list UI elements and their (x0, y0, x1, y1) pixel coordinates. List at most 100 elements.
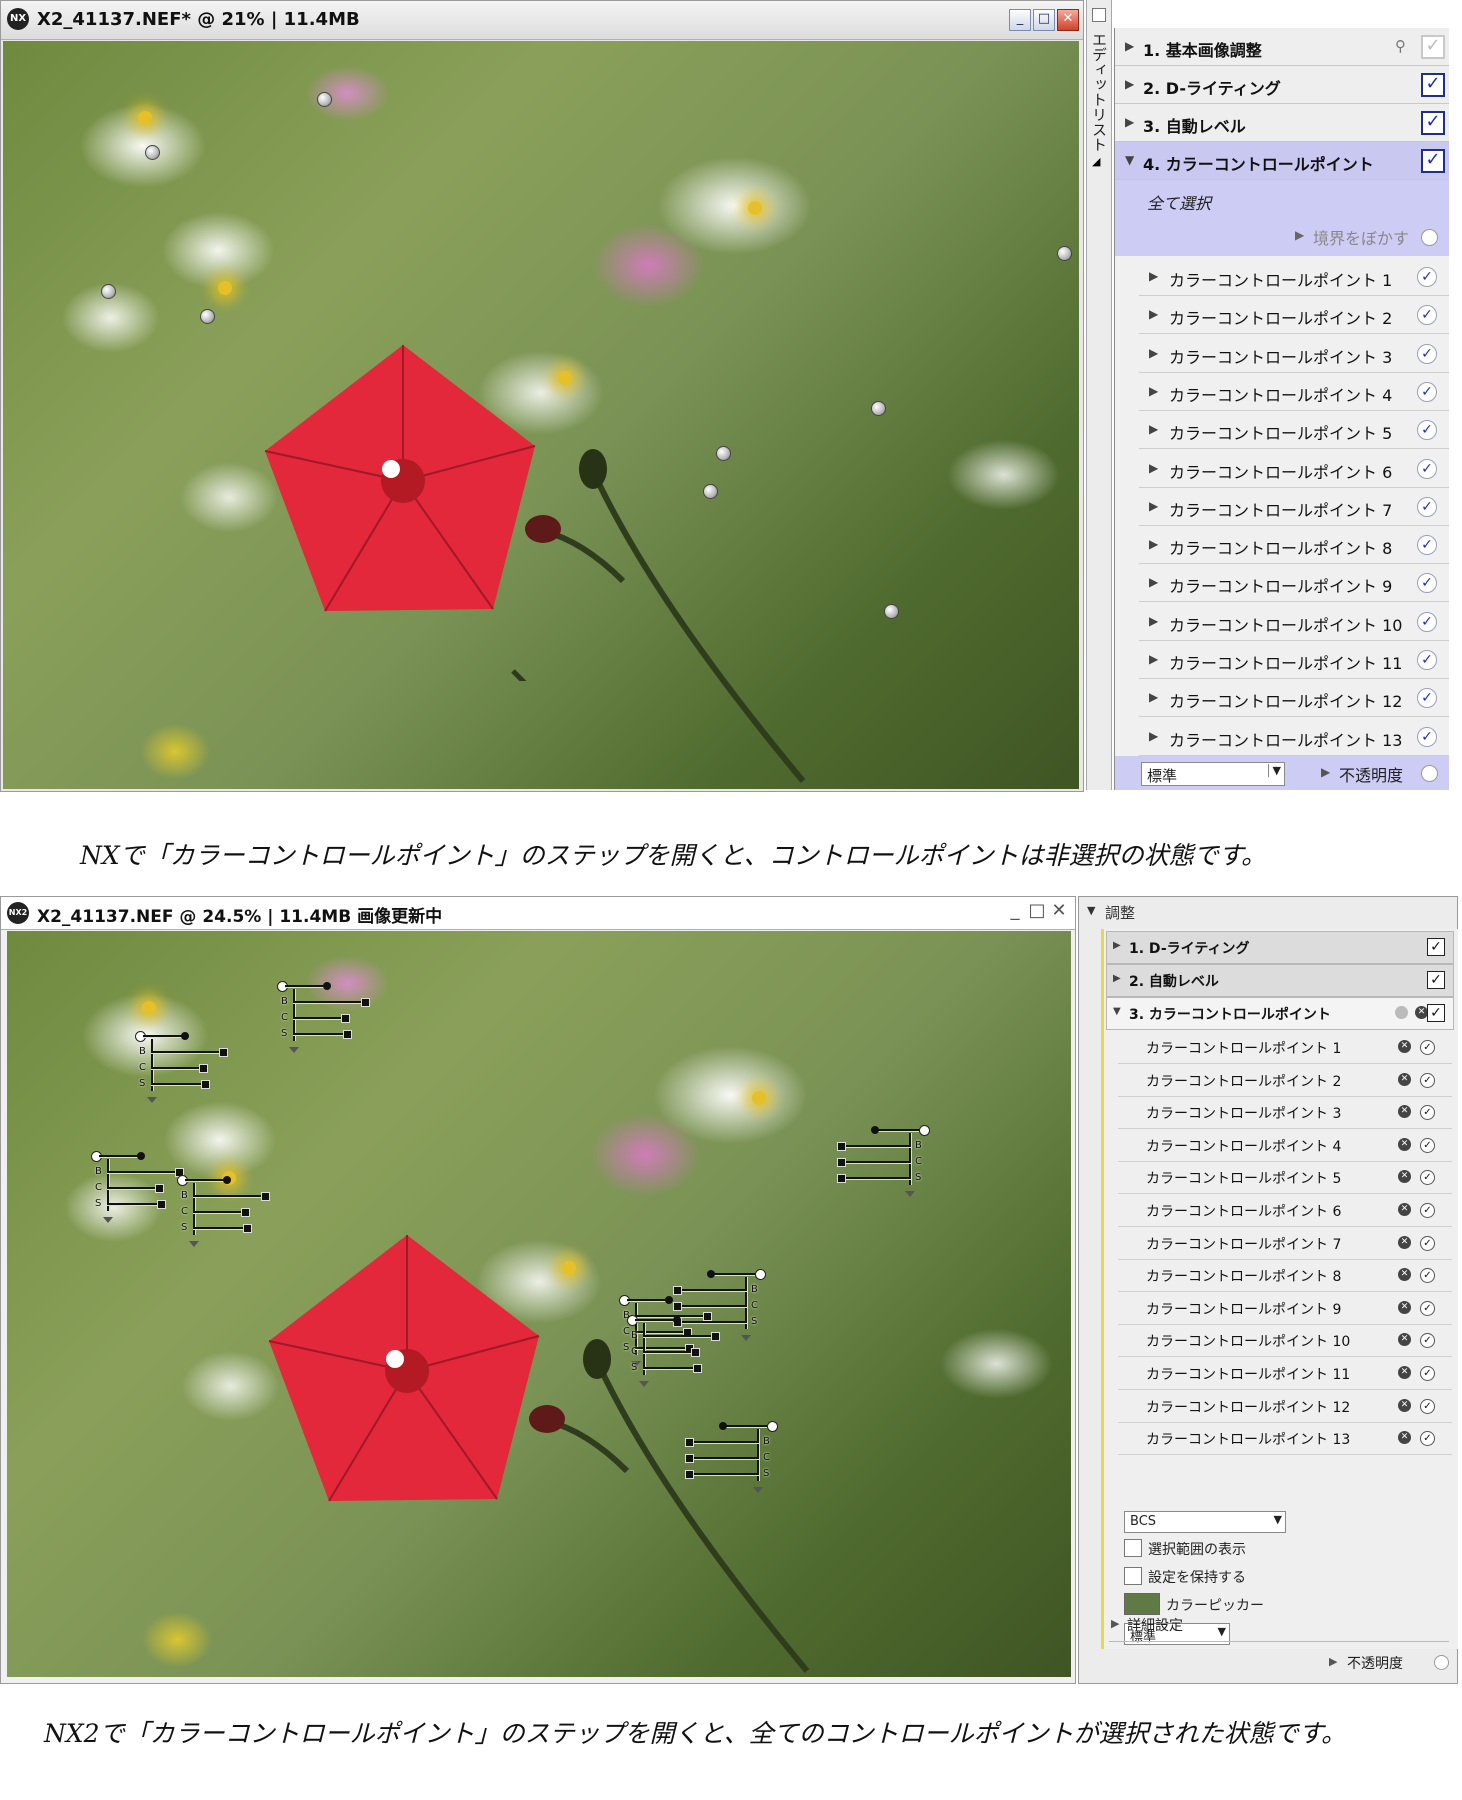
bcs-slider-handle[interactable] (243, 1224, 252, 1233)
mode-select[interactable]: BCS ▼ (1124, 1511, 1286, 1533)
bcs-slider[interactable] (643, 1335, 713, 1337)
control-point-row[interactable]: カラーコントロールポイント 6 ✕ ✓ (1118, 1194, 1452, 1227)
control-point-row[interactable]: ▶ カラーコントロールポイント 9 ✓ (1139, 564, 1449, 603)
bcs-slider[interactable] (689, 1441, 759, 1443)
control-point-row[interactable]: カラーコントロールポイント 7 ✕ ✓ (1118, 1227, 1452, 1260)
control-point-enable-check[interactable]: ✓ (1420, 1235, 1435, 1251)
control-point-enable-check[interactable]: ✓ (1420, 1431, 1435, 1447)
bcs-slider-handle[interactable] (693, 1364, 702, 1373)
expand-arrow-icon[interactable]: ▶ (1125, 115, 1134, 129)
advanced-arrow-icon[interactable]: ▶ (1111, 1617, 1119, 1630)
remove-control-point-icon[interactable]: ✕ (1398, 1040, 1411, 1053)
remove-control-point-icon[interactable]: ✕ (1398, 1105, 1411, 1119)
step-enable-checkbox[interactable]: ✓ (1427, 938, 1445, 956)
maximize-icon[interactable]: □ (1033, 9, 1055, 31)
size-slider-handle[interactable] (673, 1316, 681, 1324)
opacity-radio[interactable] (1421, 765, 1438, 782)
control-point-enable-check[interactable]: ✓ (1417, 381, 1437, 402)
size-slider-handle[interactable] (223, 1176, 231, 1184)
control-point[interactable] (871, 401, 886, 416)
remove-control-point-icon[interactable]: ✕ (1398, 1333, 1411, 1347)
bcs-slider[interactable] (193, 1211, 243, 1213)
size-slider[interactable] (99, 1155, 139, 1157)
maximize-icon[interactable]: □ (1027, 901, 1047, 921)
nx1-photo[interactable] (3, 41, 1079, 789)
bcs-slider-handle[interactable] (341, 1014, 350, 1023)
control-point-row[interactable]: カラーコントロールポイント 10 ✕ ✓ (1118, 1324, 1452, 1358)
step-color-control-point[interactable]: ▼ 4. カラーコントロールポイント ✓ (1115, 142, 1449, 180)
remove-control-point-icon[interactable]: ✕ (1398, 1398, 1411, 1412)
control-point-row[interactable]: ▶ カラーコントロールポイント 8 ✓ (1139, 526, 1449, 565)
size-slider-handle[interactable] (871, 1126, 879, 1134)
control-point-hub[interactable] (755, 1269, 766, 1280)
control-point-hub[interactable] (919, 1125, 930, 1136)
control-point-widget[interactable]: BCS (135, 1031, 245, 1111)
remove-control-point-icon[interactable]: ✕ (1398, 1431, 1411, 1445)
size-slider[interactable] (627, 1299, 667, 1301)
bcs-slider-handle[interactable] (199, 1064, 208, 1073)
color-picker-swatch[interactable] (1124, 1593, 1160, 1615)
close-icon[interactable]: ✕ (1049, 901, 1069, 921)
control-point-row[interactable]: カラーコントロールポイント 2 ✕ ✓ (1118, 1064, 1452, 1097)
feather-arrow-icon[interactable]: ▶ (1295, 228, 1304, 242)
step-auto-levels[interactable]: ▶ 3. 自動レベル ✓ (1115, 104, 1449, 142)
expand-arrow-icon[interactable]: ▶ (1149, 422, 1158, 436)
bcs-slider[interactable] (151, 1051, 221, 1053)
control-point-enable-check[interactable]: ✓ (1420, 1072, 1435, 1088)
bcs-slider-handle[interactable] (691, 1348, 700, 1357)
bcs-slider-handle[interactable] (673, 1286, 682, 1295)
bcs-slider[interactable] (293, 1017, 343, 1019)
step-enable-checkbox[interactable]: ✓ (1427, 1004, 1445, 1022)
control-point-hub[interactable] (767, 1421, 778, 1432)
bcs-slider-handle[interactable] (837, 1142, 846, 1151)
bcs-slider-handle[interactable] (155, 1184, 164, 1193)
select-all-link[interactable]: 全て選択 (1147, 190, 1211, 214)
control-point-enable-check[interactable]: ✓ (1420, 1268, 1435, 1284)
control-point-enable-check[interactable]: ✓ (1420, 1366, 1435, 1381)
size-slider-handle[interactable] (707, 1270, 715, 1278)
bcs-slider[interactable] (151, 1083, 203, 1085)
expand-triangle-icon[interactable] (103, 1217, 113, 1223)
control-point-enable-check[interactable]: ✓ (1417, 535, 1437, 556)
bcs-slider[interactable] (193, 1195, 263, 1197)
bcs-slider-handle[interactable] (219, 1048, 228, 1057)
nx1-edit-list-strip[interactable]: エディットリスト ◢ (1086, 0, 1112, 790)
bcs-slider[interactable] (293, 1001, 363, 1003)
size-slider[interactable] (635, 1319, 675, 1321)
bcs-slider[interactable] (841, 1161, 911, 1163)
control-point-enable-check[interactable]: ✓ (1420, 1170, 1435, 1186)
step-basic-adjust[interactable]: ▶ 1. 基本画像調整 ⚲ ✓ (1115, 28, 1449, 66)
step-auto-levels[interactable]: ▶ 2. 自動レベル ✓ (1106, 964, 1454, 997)
step-enable-checkbox[interactable]: ✓ (1427, 971, 1445, 989)
remove-control-point-icon[interactable]: ✕ (1398, 1137, 1411, 1151)
nx2-photo[interactable]: BCSBCSBCSBCSBCSBCSBCSBCSBCS (7, 931, 1071, 1677)
size-slider[interactable] (877, 1129, 919, 1131)
step-d-lighting[interactable]: ▶ 2. D-ライティング ✓ (1115, 66, 1449, 104)
control-point-row[interactable]: ▶ カラーコントロールポイント 5 ✓ (1139, 411, 1449, 450)
control-point-row[interactable]: カラーコントロールポイント 9 ✕ ✓ (1118, 1292, 1452, 1325)
bcs-slider-handle[interactable] (837, 1158, 846, 1167)
control-point[interactable] (200, 309, 215, 324)
feather-radio[interactable] (1421, 229, 1438, 246)
expand-triangle-icon[interactable] (905, 1191, 915, 1197)
opacity-arrow-icon[interactable]: ▶ (1321, 765, 1330, 779)
control-point-row[interactable]: カラーコントロールポイント 13 ✕ ✓ (1118, 1422, 1452, 1456)
size-slider[interactable] (725, 1425, 767, 1427)
bcs-slider-handle[interactable] (343, 1030, 352, 1039)
size-slider-handle[interactable] (181, 1032, 189, 1040)
expand-arrow-icon[interactable]: ▶ (1149, 269, 1158, 283)
control-point-enable-check[interactable]: ✓ (1420, 1137, 1435, 1153)
control-point-row[interactable]: ▶ カラーコントロールポイント 6 ✓ (1139, 449, 1449, 488)
bcs-slider[interactable] (689, 1473, 759, 1475)
expand-triangle-icon[interactable] (289, 1047, 299, 1053)
expand-arrow-icon[interactable]: ▶ (1149, 499, 1158, 513)
bcs-slider[interactable] (107, 1203, 159, 1205)
control-point-enable-check[interactable]: ✓ (1420, 1203, 1435, 1218)
control-point-enable-check[interactable]: ✓ (1417, 458, 1437, 479)
bcs-slider-handle[interactable] (201, 1080, 210, 1089)
step-d-lighting[interactable]: ▶ 1. D-ライティング ✓ (1106, 931, 1454, 964)
bcs-slider-handle[interactable] (157, 1200, 166, 1209)
bcs-slider-handle[interactable] (261, 1192, 270, 1201)
collapse-arrow-icon[interactable]: ▼ (1113, 1006, 1121, 1017)
control-point-row[interactable]: ▶ カラーコントロールポイント 4 ✓ (1139, 372, 1449, 411)
